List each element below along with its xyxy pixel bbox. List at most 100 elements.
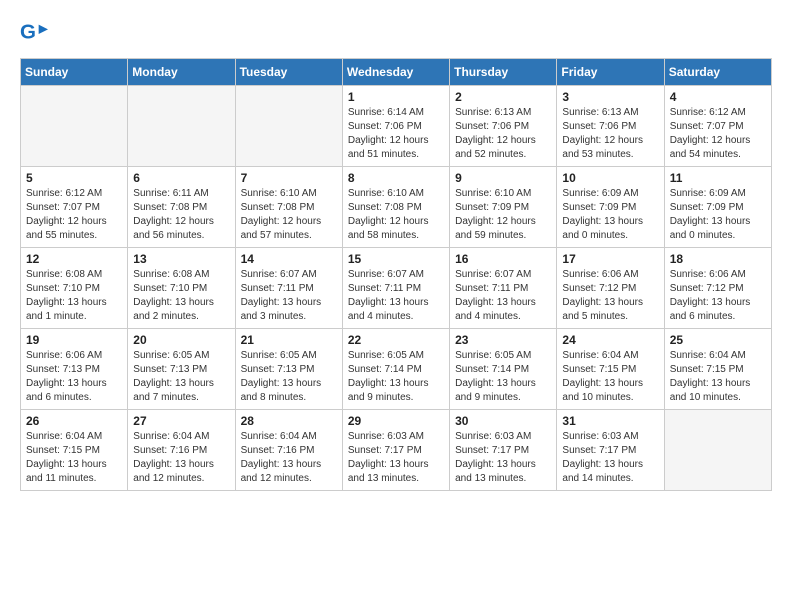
day-info: Sunrise: 6:03 AM Sunset: 7:17 PM Dayligh… (562, 430, 658, 486)
day-info: Sunrise: 6:12 AM Sunset: 7:07 PM Dayligh… (26, 187, 122, 243)
day-number: 27 (133, 414, 229, 428)
calendar-cell: 19 Sunrise: 6:06 AM Sunset: 7:13 PM Dayli… (21, 329, 128, 410)
day-info: Sunrise: 6:08 AM Sunset: 7:10 PM Dayligh… (133, 268, 229, 324)
calendar-cell: 25 Sunrise: 6:04 AM Sunset: 7:15 PM Dayli… (664, 329, 771, 410)
logo: G (20, 20, 52, 48)
day-info: Sunrise: 6:05 AM Sunset: 7:13 PM Dayligh… (133, 349, 229, 405)
day-number: 29 (348, 414, 444, 428)
day-info: Sunrise: 6:03 AM Sunset: 7:17 PM Dayligh… (348, 430, 444, 486)
day-number: 12 (26, 252, 122, 266)
calendar-cell: 7Sunrise: 6:10 AM Sunset: 7:08 PM Daylig… (235, 167, 342, 248)
calendar-cell: 21 Sunrise: 6:05 AM Sunset: 7:13 PM Dayli… (235, 329, 342, 410)
calendar-cell: 4 Sunrise: 6:12 AM Sunset: 7:07 PM Daylig… (664, 86, 771, 167)
calendar-cell (235, 86, 342, 167)
calendar-cell: 13 Sunrise: 6:08 AM Sunset: 7:10 PM Dayli… (128, 248, 235, 329)
day-number: 4 (670, 90, 766, 104)
day-number: 25 (670, 333, 766, 347)
day-info: Sunrise: 6:05 AM Sunset: 7:14 PM Dayligh… (348, 349, 444, 405)
day-info: Sunrise: 6:10 AM Sunset: 7:08 PM Dayligh… (348, 187, 444, 243)
calendar-cell (128, 86, 235, 167)
calendar-cell: 27 Sunrise: 6:04 AM Sunset: 7:16 PM Dayli… (128, 410, 235, 491)
calendar-cell: 22 Sunrise: 6:05 AM Sunset: 7:14 PM Dayli… (342, 329, 449, 410)
calendar-cell: 30 Sunrise: 6:03 AM Sunset: 7:17 PM Dayli… (450, 410, 557, 491)
day-number: 21 (241, 333, 337, 347)
day-number: 22 (348, 333, 444, 347)
day-info: Sunrise: 6:06 AM Sunset: 7:12 PM Dayligh… (562, 268, 658, 324)
day-info: Sunrise: 6:06 AM Sunset: 7:12 PM Dayligh… (670, 268, 766, 324)
day-info: Sunrise: 6:10 AM Sunset: 7:08 PM Dayligh… (241, 187, 337, 243)
day-info: Sunrise: 6:08 AM Sunset: 7:10 PM Dayligh… (26, 268, 122, 324)
calendar-cell: 6Sunrise: 6:11 AM Sunset: 7:08 PM Daylig… (128, 167, 235, 248)
calendar-cell: 2 Sunrise: 6:13 AM Sunset: 7:06 PM Daylig… (450, 86, 557, 167)
calendar-cell: 18 Sunrise: 6:06 AM Sunset: 7:12 PM Dayli… (664, 248, 771, 329)
day-info: Sunrise: 6:07 AM Sunset: 7:11 PM Dayligh… (348, 268, 444, 324)
day-info: Sunrise: 6:04 AM Sunset: 7:15 PM Dayligh… (670, 349, 766, 405)
calendar-cell: 1 Sunrise: 6:14 AM Sunset: 7:06 PM Daylig… (342, 86, 449, 167)
day-info: Sunrise: 6:04 AM Sunset: 7:16 PM Dayligh… (241, 430, 337, 486)
day-number: 11 (670, 171, 766, 185)
day-number: 9 (455, 171, 551, 185)
day-info: Sunrise: 6:04 AM Sunset: 7:16 PM Dayligh… (133, 430, 229, 486)
calendar-cell: 9 Sunrise: 6:10 AM Sunset: 7:09 PM Daylig… (450, 167, 557, 248)
col-header-saturday: Saturday (664, 59, 771, 86)
calendar-cell (21, 86, 128, 167)
day-info: Sunrise: 6:05 AM Sunset: 7:13 PM Dayligh… (241, 349, 337, 405)
week-row-2: 5 Sunrise: 6:12 AM Sunset: 7:07 PM Daylig… (21, 167, 772, 248)
day-number: 31 (562, 414, 658, 428)
day-number: 16 (455, 252, 551, 266)
col-header-tuesday: Tuesday (235, 59, 342, 86)
calendar-cell: 17Sunrise: 6:06 AM Sunset: 7:12 PM Dayli… (557, 248, 664, 329)
day-number: 13 (133, 252, 229, 266)
day-number: 2 (455, 90, 551, 104)
day-number: 15 (348, 252, 444, 266)
calendar-cell: 31 Sunrise: 6:03 AM Sunset: 7:17 PM Dayli… (557, 410, 664, 491)
day-info: Sunrise: 6:09 AM Sunset: 7:09 PM Dayligh… (562, 187, 658, 243)
day-info: Sunrise: 6:06 AM Sunset: 7:13 PM Dayligh… (26, 349, 122, 405)
day-info: Sunrise: 6:13 AM Sunset: 7:06 PM Dayligh… (562, 106, 658, 162)
day-number: 3 (562, 90, 658, 104)
day-number: 18 (670, 252, 766, 266)
calendar-cell: 26 Sunrise: 6:04 AM Sunset: 7:15 PM Dayli… (21, 410, 128, 491)
day-info: Sunrise: 6:09 AM Sunset: 7:09 PM Dayligh… (670, 187, 766, 243)
col-header-thursday: Thursday (450, 59, 557, 86)
calendar-cell: 14 Sunrise: 6:07 AM Sunset: 7:11 PM Dayli… (235, 248, 342, 329)
week-row-1: 1 Sunrise: 6:14 AM Sunset: 7:06 PM Daylig… (21, 86, 772, 167)
logo-icon: G (20, 20, 48, 48)
calendar-cell: 24Sunrise: 6:04 AM Sunset: 7:15 PM Dayli… (557, 329, 664, 410)
calendar-cell: 16Sunrise: 6:07 AM Sunset: 7:11 PM Dayli… (450, 248, 557, 329)
day-number: 10 (562, 171, 658, 185)
day-info: Sunrise: 6:10 AM Sunset: 7:09 PM Dayligh… (455, 187, 551, 243)
day-info: Sunrise: 6:07 AM Sunset: 7:11 PM Dayligh… (241, 268, 337, 324)
page-header: G (20, 20, 772, 48)
day-number: 8 (348, 171, 444, 185)
calendar-cell: 11 Sunrise: 6:09 AM Sunset: 7:09 PM Dayli… (664, 167, 771, 248)
calendar-cell: 20Sunrise: 6:05 AM Sunset: 7:13 PM Dayli… (128, 329, 235, 410)
col-header-sunday: Sunday (21, 59, 128, 86)
day-number: 26 (26, 414, 122, 428)
day-number: 1 (348, 90, 444, 104)
day-number: 19 (26, 333, 122, 347)
day-info: Sunrise: 6:03 AM Sunset: 7:17 PM Dayligh… (455, 430, 551, 486)
day-number: 5 (26, 171, 122, 185)
calendar-cell: 5 Sunrise: 6:12 AM Sunset: 7:07 PM Daylig… (21, 167, 128, 248)
day-info: Sunrise: 6:14 AM Sunset: 7:06 PM Dayligh… (348, 106, 444, 162)
day-info: Sunrise: 6:12 AM Sunset: 7:07 PM Dayligh… (670, 106, 766, 162)
week-row-3: 12 Sunrise: 6:08 AM Sunset: 7:10 PM Dayli… (21, 248, 772, 329)
calendar-cell: 29 Sunrise: 6:03 AM Sunset: 7:17 PM Dayli… (342, 410, 449, 491)
day-info: Sunrise: 6:13 AM Sunset: 7:06 PM Dayligh… (455, 106, 551, 162)
calendar-cell: 8 Sunrise: 6:10 AM Sunset: 7:08 PM Daylig… (342, 167, 449, 248)
day-info: Sunrise: 6:04 AM Sunset: 7:15 PM Dayligh… (562, 349, 658, 405)
calendar-cell: 28 Sunrise: 6:04 AM Sunset: 7:16 PM Dayli… (235, 410, 342, 491)
week-row-5: 26 Sunrise: 6:04 AM Sunset: 7:15 PM Dayli… (21, 410, 772, 491)
day-number: 30 (455, 414, 551, 428)
calendar-cell: 15 Sunrise: 6:07 AM Sunset: 7:11 PM Dayli… (342, 248, 449, 329)
day-info: Sunrise: 6:04 AM Sunset: 7:15 PM Dayligh… (26, 430, 122, 486)
day-info: Sunrise: 6:11 AM Sunset: 7:08 PM Dayligh… (133, 187, 229, 243)
col-header-monday: Monday (128, 59, 235, 86)
day-number: 14 (241, 252, 337, 266)
day-number: 23 (455, 333, 551, 347)
calendar-cell: 3 Sunrise: 6:13 AM Sunset: 7:06 PM Daylig… (557, 86, 664, 167)
calendar-cell: 12 Sunrise: 6:08 AM Sunset: 7:10 PM Dayli… (21, 248, 128, 329)
day-number: 28 (241, 414, 337, 428)
week-row-4: 19 Sunrise: 6:06 AM Sunset: 7:13 PM Dayli… (21, 329, 772, 410)
